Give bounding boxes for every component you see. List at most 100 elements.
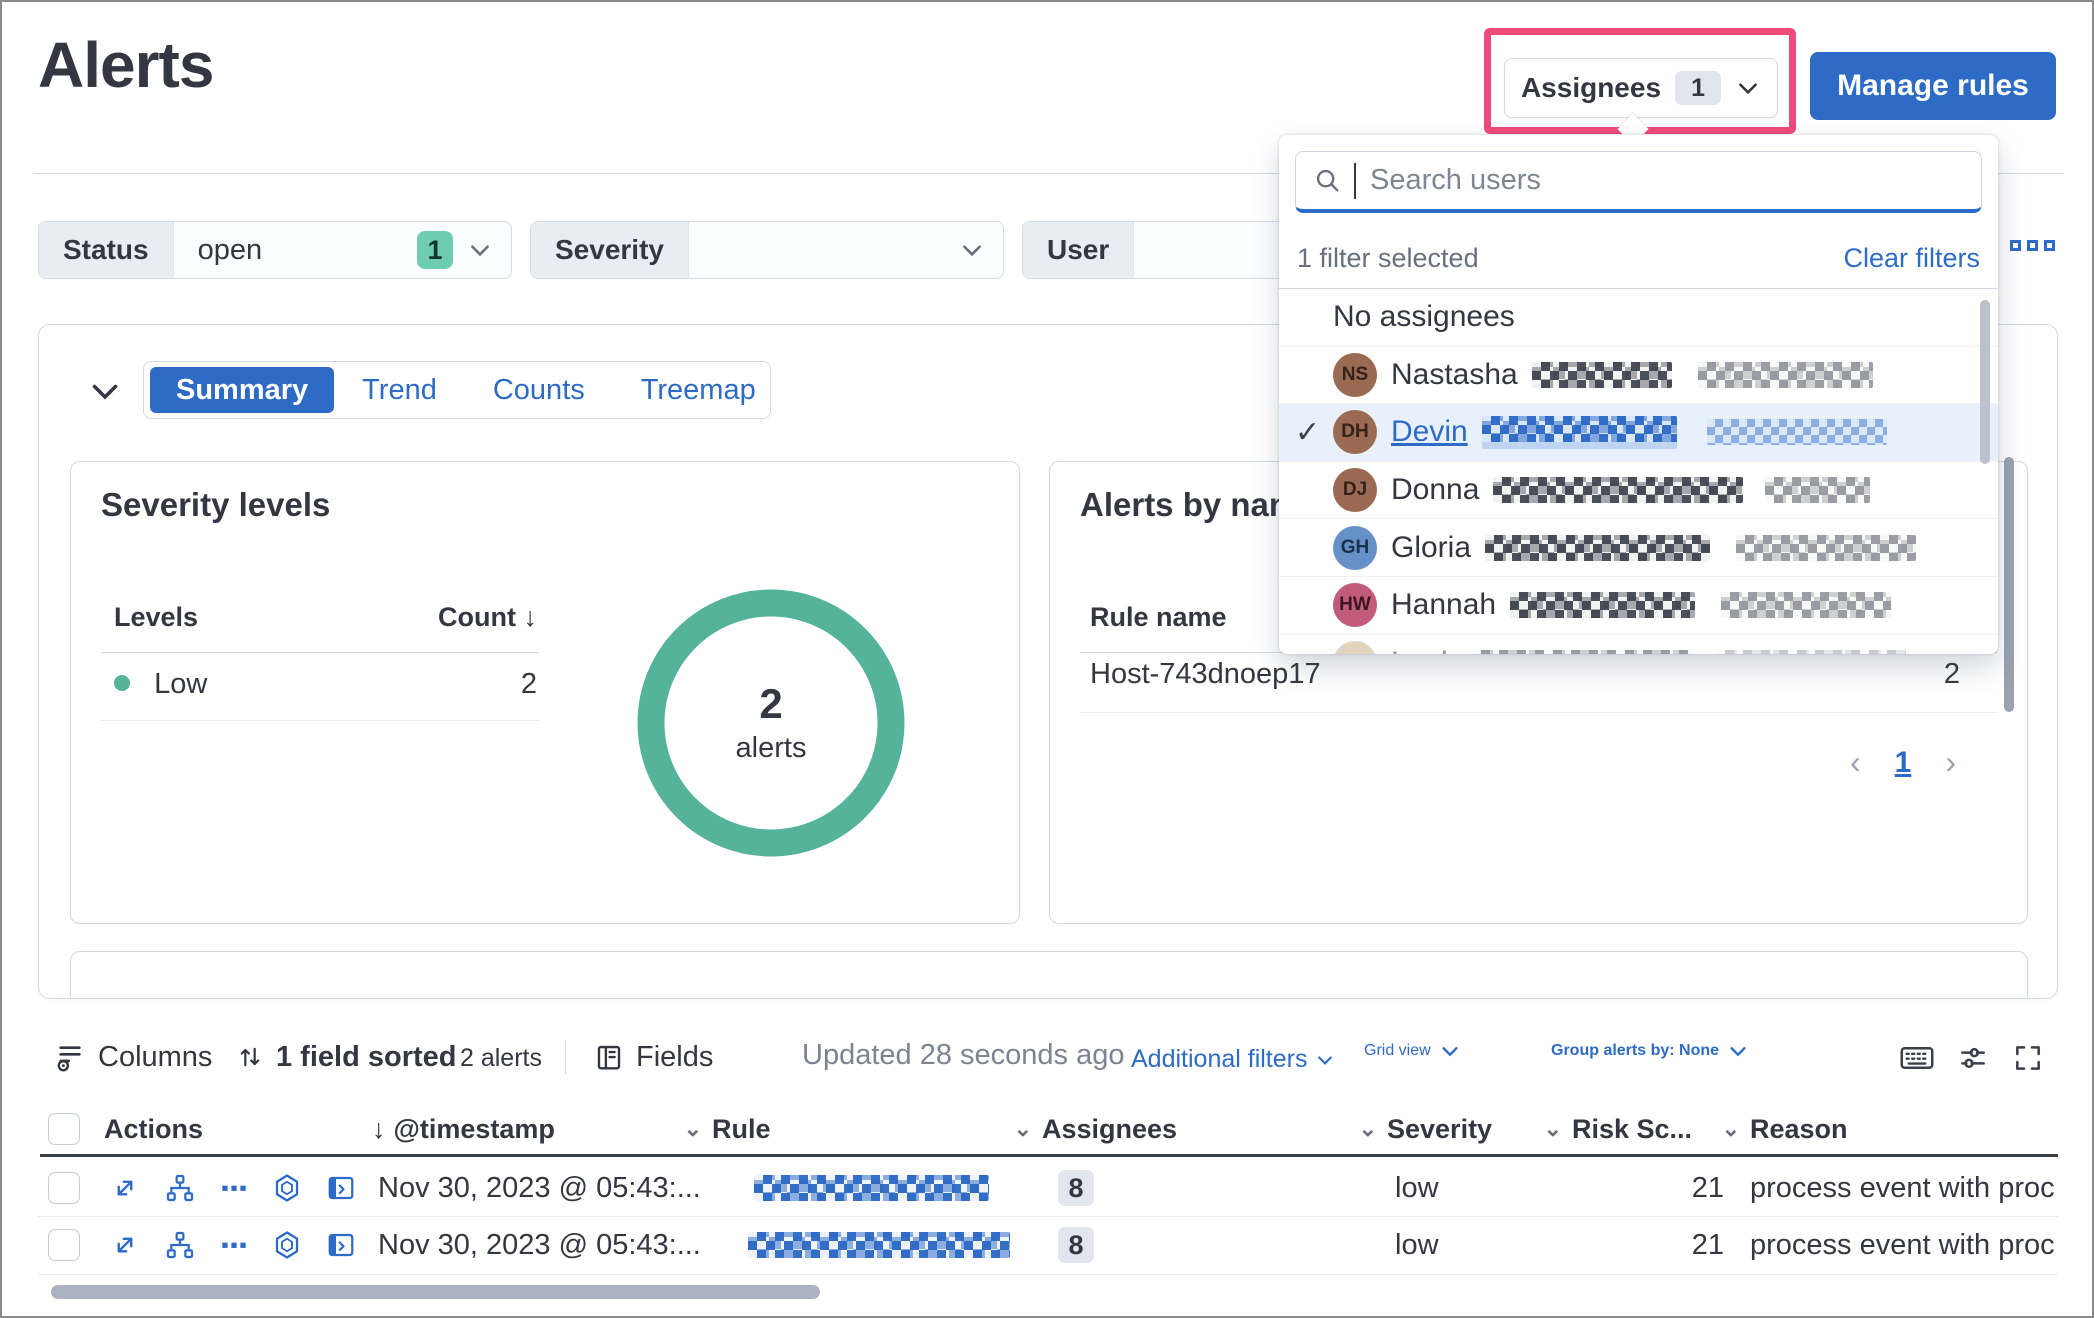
horizontal-scrollbar[interactable] [51, 1285, 820, 1299]
assignees-count-cell[interactable]: 8 [1058, 1170, 1094, 1206]
text-caret [1354, 163, 1356, 199]
redacted-text [1721, 592, 1891, 618]
column-header-severity[interactable]: Severity⌄ [1387, 1114, 1572, 1145]
column-header-rule[interactable]: Rule⌄ [712, 1114, 1042, 1145]
display-options-icon[interactable] [1957, 1042, 1989, 1079]
popover-scrollbar[interactable] [1980, 300, 1990, 464]
row-checkbox[interactable] [48, 1172, 80, 1204]
chevron-down-icon [1315, 1050, 1335, 1070]
count-column-header[interactable]: Count ↓ [407, 602, 537, 633]
check-icon: ✓ [1295, 415, 1333, 450]
chevron-down-icon [1439, 1040, 1461, 1062]
fields-button[interactable]: Fields [594, 1034, 713, 1080]
search-users-input[interactable] [1368, 163, 1963, 198]
columns-icon [54, 1041, 86, 1073]
row-divider [38, 1274, 2058, 1275]
alert-row[interactable]: Nov 30, 2023 @ 05:43:... 8 low 21 proces… [38, 1160, 2078, 1216]
analyzer-graph-icon[interactable] [164, 1229, 196, 1261]
osquery-icon[interactable] [272, 1173, 302, 1203]
session-view-icon[interactable] [326, 1173, 356, 1203]
page-1[interactable]: 1 [1895, 746, 1912, 780]
additional-filters-button[interactable]: Additional filters [1131, 1045, 1335, 1074]
option-user-leah[interactable]: LT Leah [1279, 635, 1998, 654]
timestamp-cell: Nov 30, 2023 @ 05:43:... [372, 1229, 712, 1262]
column-menu-icon[interactable]: ⌄ [1014, 1116, 1032, 1142]
column-menu-icon[interactable]: ⌄ [1544, 1116, 1562, 1142]
status-filter-value: open [198, 234, 263, 267]
redacted-text [1485, 535, 1710, 561]
osquery-icon[interactable] [272, 1230, 302, 1260]
option-user-devin[interactable]: ✓ DH Devin [1279, 404, 1998, 462]
redacted-text [1698, 362, 1873, 388]
user-search-field[interactable] [1295, 151, 1982, 213]
fullscreen-icon[interactable] [2012, 1042, 2044, 1079]
redacted-text [1532, 362, 1672, 388]
more-actions-icon[interactable] [220, 1231, 248, 1259]
redacted-text [1482, 416, 1677, 449]
tab-treemap[interactable]: Treemap [613, 374, 784, 407]
alert-row[interactable]: Nov 30, 2023 @ 05:43:... 8 low 21 proces… [38, 1217, 2078, 1273]
tab-trend[interactable]: Trend [334, 374, 465, 407]
panel-scrollbar[interactable] [2004, 457, 2014, 712]
hidden-lower-card [70, 951, 2028, 999]
severity-level-row: Low [114, 668, 207, 701]
tab-counts[interactable]: Counts [465, 374, 613, 407]
analyzer-graph-icon[interactable] [164, 1172, 196, 1204]
column-menu-icon[interactable]: ⌄ [1359, 1116, 1377, 1142]
prev-page-icon[interactable]: ‹ [1850, 744, 1861, 781]
next-page-icon[interactable]: › [1945, 744, 1956, 781]
select-all-checkbox[interactable] [48, 1113, 80, 1145]
option-user-donna[interactable]: DJ Donna [1279, 462, 1998, 520]
option-user-hannah[interactable]: HW Hannah [1279, 577, 1998, 635]
column-menu-icon[interactable]: ⌄ [1722, 1116, 1740, 1142]
column-header-assignees[interactable]: Assignees⌄ [1042, 1114, 1387, 1145]
pagination: ‹ 1 › [1850, 744, 1956, 781]
session-view-icon[interactable] [326, 1230, 356, 1260]
columns-button[interactable]: Columns [54, 1034, 212, 1080]
keyboard-shortcuts-icon[interactable] [1899, 1042, 1935, 1079]
avatar: DJ [1333, 468, 1377, 512]
column-header-timestamp[interactable]: ↓ @timestamp ⌄ [372, 1114, 712, 1145]
avatar: GH [1333, 526, 1377, 570]
chevron-down-icon [467, 237, 493, 263]
sort-fields-button[interactable]: 1 field sorted [236, 1034, 457, 1080]
assignees-filter-button[interactable]: Assignees 1 [1504, 58, 1778, 118]
column-menu-icon[interactable]: ⌄ [684, 1116, 702, 1142]
fields-icon [594, 1042, 624, 1072]
option-no-assignees[interactable]: No assignees [1279, 289, 1998, 347]
filter-bar: Status open 1 Severity User [38, 221, 1496, 279]
clear-filters-link[interactable]: Clear filters [1843, 243, 1980, 274]
group-alerts-by-button[interactable]: Group alerts by: None [1551, 1040, 1749, 1062]
severity-filter[interactable]: Severity [530, 221, 1004, 279]
tab-summary[interactable]: Summary [150, 367, 334, 413]
assignees-count-cell[interactable]: 8 [1058, 1227, 1094, 1263]
expand-alert-icon[interactable] [110, 1230, 140, 1260]
column-header-risk-score[interactable]: Risk Sc...⌄ [1572, 1114, 1750, 1145]
row-checkbox[interactable] [48, 1229, 80, 1261]
option-user-nastasha[interactable]: NS Nastasha [1279, 347, 1998, 405]
risk-score-cell: 21 [1572, 1229, 1750, 1262]
donut-center-label: 2 alerts [637, 680, 905, 765]
rule-cell-redacted[interactable] [712, 1232, 1042, 1258]
rule-cell-redacted[interactable] [712, 1175, 1042, 1201]
avatar: DH [1333, 410, 1377, 454]
option-user-gloria[interactable]: GH Gloria [1279, 519, 1998, 577]
manage-rules-button[interactable]: Manage rules [1810, 52, 2056, 120]
updated-timestamp: Updated 28 seconds ago [802, 1039, 1124, 1072]
severity-cell: low [1387, 1229, 1572, 1262]
redacted-text [1716, 650, 1906, 654]
grid-view-button[interactable]: Grid view [1364, 1040, 1461, 1062]
table-header-row: Actions ↓ @timestamp ⌄ Rule⌄ Assignees⌄ … [38, 1104, 2078, 1154]
rule-count-cell: 2 [1890, 658, 1960, 691]
alerts-count-label: 2 alerts [460, 1044, 542, 1073]
status-filter[interactable]: Status open 1 [38, 221, 512, 279]
redacted-text [1493, 477, 1743, 503]
collapse-section-icon[interactable] [87, 373, 123, 409]
more-filters-icon[interactable] [2010, 240, 2055, 251]
more-actions-icon[interactable] [220, 1174, 248, 1202]
column-header-actions: Actions [92, 1114, 372, 1145]
chevron-down-icon [1727, 1040, 1749, 1062]
search-icon [1314, 167, 1342, 195]
expand-alert-icon[interactable] [110, 1173, 140, 1203]
severity-card-title: Severity levels [101, 486, 330, 524]
